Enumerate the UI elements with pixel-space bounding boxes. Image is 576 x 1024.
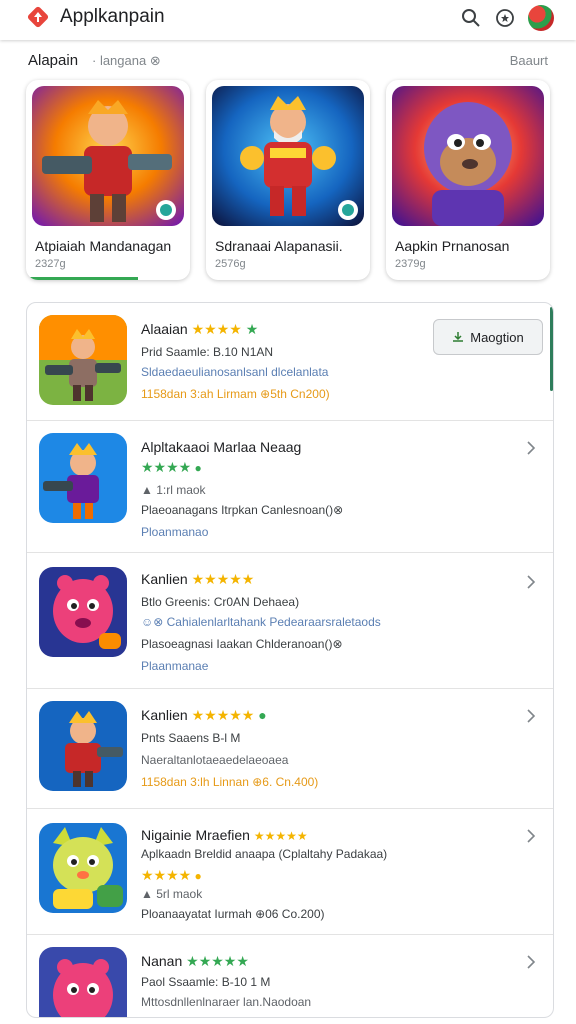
rating-stars: ★★★★ [141,459,192,475]
featured-card-image [392,86,544,226]
app-icon [39,433,127,523]
app-size: ▲ 5rl maok [141,887,203,901]
featured-card-title: Sdranaai Alapanasii. [215,238,343,254]
app-description: Sldaedaeulianosanlsanl dlcelanlata [141,365,329,379]
app-icon [39,567,127,657]
app-meta: Pnts Saaens B-l M [141,731,241,745]
chevron-right-icon[interactable] [525,955,537,969]
app-icon [39,823,127,913]
install-button[interactable]: Maogtion [433,319,543,355]
featured-card-title: Atpiaiah Mandanagan [35,238,172,254]
check-badge-icon: ● [194,461,202,475]
app-title: Kanlien ★★★★★ ● [141,707,267,723]
list-item[interactable]: Nanan ★★★★★ Paol Ssaamle: B-10 1 M Mttos… [27,935,553,1017]
rating-stars: ★★★★ [191,321,242,337]
app-stats: 1158dan 3:ah Lirmam ⊕5th Cn200) [141,387,330,401]
featured-card-size: 2379g [395,258,426,270]
app-title: Nanan ★★★★★ [141,953,249,969]
app-description: Naeraltanlotaeaedelaeoaea [141,753,289,767]
check-badge-icon: ● [258,707,267,723]
rating-stars: ★★★★★ [191,707,255,723]
app-title: Applkanpain [60,6,165,27]
search-icon[interactable] [460,7,482,29]
app-stats: 1158dan 3:lh Linnan ⊕6. Cn.400) [141,775,319,789]
rating-stars-small: ★★★★ [141,867,192,883]
rating-stars: ★★★★★ [253,829,308,843]
download-icon [453,332,464,342]
app-description: ☺⊗ Cahialenlarltahank Pedearaarsraletaod… [141,615,381,629]
app-title: Alaaian ★★★★ ★ [141,321,259,337]
rating-stars: ★★★★★ [186,953,249,969]
app-category: Ploanmanao [141,525,209,539]
section-title: Alapain [28,52,79,69]
app-meta: Paol Ssaamle: B-10 1 M [141,975,271,989]
app-details: Plasoeagnasi Iaakan Chlderanoan()⊗ [141,637,343,651]
featured-card-size: 2327g [35,258,66,270]
featured-card[interactable]: Atpiaiah Mandanagan 2327g [26,80,190,280]
app-icon [39,947,127,1017]
app-meta: Aplkaadn Breldid anaapa (Cplaltahy Padak… [141,847,388,861]
download-progress-bar [26,277,138,280]
app-list: Alaaian ★★★★ ★ Prid Saamle: B.10 N1AN Sl… [26,302,554,1018]
app-meta: Btlo Greenis: Cr0AN Dehaea) [141,595,300,609]
list-item[interactable]: Kanlien ★★★★★ Btlo Greenis: Cr0AN Dehaea… [27,553,553,689]
list-item[interactable]: Kanlien ★★★★★ ● Pnts Saaens B-l M Naeral… [27,689,553,809]
list-item[interactable]: Alpltakaaoi Marlaa Neaag ★★★★ ● ▲ 1:rl m… [27,421,553,553]
list-item[interactable]: Alaaian ★★★★ ★ Prid Saamle: B.10 N1AN Sl… [27,303,553,421]
featured-card[interactable]: Sdranaai Alapanasii. 2576g [206,80,370,280]
rating-icon[interactable] [494,7,516,29]
app-title: Nigainie Mraefien ★★★★★ [141,827,308,843]
featured-card-image [212,86,364,226]
chevron-right-icon[interactable] [525,441,537,455]
app-category: Plaanmanae [141,659,209,673]
coin-badge-icon: ● [194,869,202,883]
rating-row: ★★★★ ● [141,459,202,476]
list-item[interactable]: Nigainie Mraefien ★★★★★ Aplkaadn Breldid… [27,809,553,935]
app-description: Mttosdnllenlnaraer lan.Naodoan [141,995,312,1009]
app-logo-icon[interactable] [27,6,49,28]
top-app-bar: Applkanpain [0,0,576,40]
app-description: Plaeoanagans Itrpkan Canlesnoan()⊗ [141,503,344,517]
app-title: Alpltakaaoi Marlaa Neaag [141,439,302,455]
featured-card-title: Aapkin Prnanosan [395,238,510,254]
featured-card-size: 2576g [215,258,246,270]
app-meta: Prid Saamle: B.10 N1AN [141,345,274,359]
app-title: Kanlien ★★★★★ [141,571,255,587]
featured-card[interactable]: Aapkin Prnanosan 2379g [386,80,550,280]
featured-carousel: Atpiaiah Mandanagan 2327g Sdranaai Alapa… [0,80,576,284]
app-icon [39,315,127,405]
star-badge-icon: ★ [245,321,259,337]
chevron-right-icon[interactable] [525,709,537,723]
featured-card-image [32,86,184,226]
chevron-right-icon[interactable] [525,575,537,589]
app-meta: ▲ 1:rl maok [141,483,206,497]
see-more-link[interactable]: Baaurt [510,53,548,68]
app-icon [39,701,127,791]
rating-stars: ★★★★★ [191,571,255,587]
section-subtitle: · langana ⊗ [92,53,161,68]
account-avatar[interactable] [528,5,554,31]
app-stats: Ploanaayatat Iurmah ⊕06 Co.200) [141,907,325,921]
section-header: Alapain · langana ⊗ Baaurt [0,48,576,72]
rating-row: ★★★★ ● [141,867,202,884]
chevron-right-icon[interactable] [525,829,537,843]
